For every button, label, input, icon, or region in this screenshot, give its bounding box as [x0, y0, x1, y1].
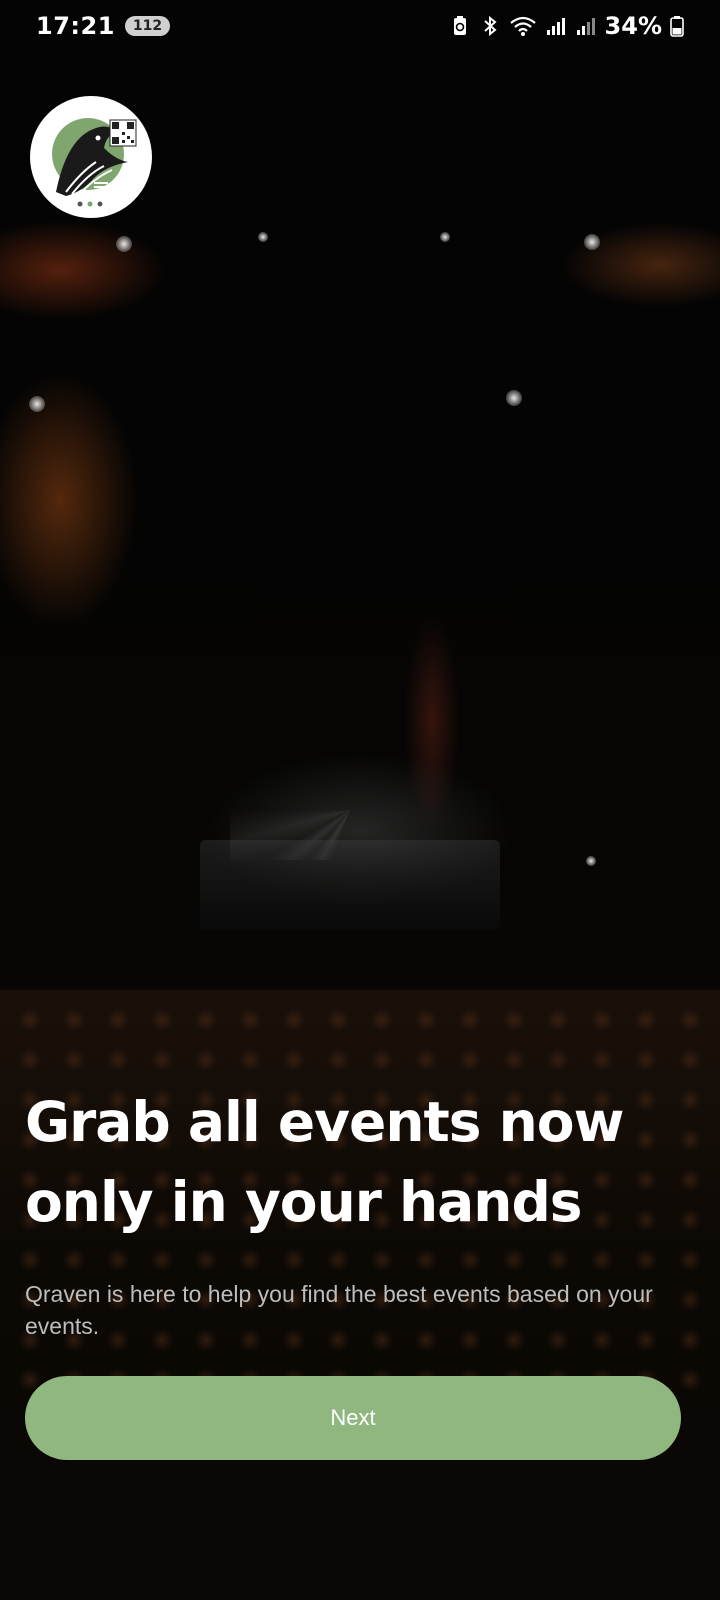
spotlight — [584, 234, 600, 250]
bluetooth-icon — [479, 15, 501, 37]
battery-percent: 34% — [604, 12, 662, 40]
signal-icon — [575, 15, 597, 37]
notification-count-badge: 112 — [124, 16, 171, 36]
spotlight — [440, 232, 450, 242]
concert-background-image — [0, 0, 720, 1600]
spotlight — [29, 396, 45, 412]
clock: 17:21 — [36, 12, 115, 40]
app-logo — [30, 96, 152, 218]
status-right: 34% — [449, 12, 684, 40]
battery-saver-icon — [449, 15, 471, 37]
spotlight — [586, 856, 596, 866]
onboarding-description: Qraven is here to help you find the best… — [25, 1281, 653, 1339]
next-button[interactable]: Next — [25, 1376, 681, 1460]
battery-icon — [670, 15, 684, 37]
spotlight — [116, 236, 132, 252]
spotlight — [506, 390, 522, 406]
raven-qr-logo-icon — [52, 118, 137, 207]
wifi-icon — [509, 15, 537, 37]
onboarding-screen: 17:21 112 34% Grab all events now only i… — [0, 0, 720, 1600]
stage-light-rays — [230, 660, 530, 860]
stage — [200, 840, 500, 930]
spotlight — [258, 232, 268, 242]
onboarding-headline: Grab all events now only in your hands — [25, 1090, 624, 1234]
status-left: 17:21 112 — [36, 12, 171, 40]
signal-icon — [545, 15, 567, 37]
status-bar: 17:21 112 34% — [0, 0, 720, 52]
